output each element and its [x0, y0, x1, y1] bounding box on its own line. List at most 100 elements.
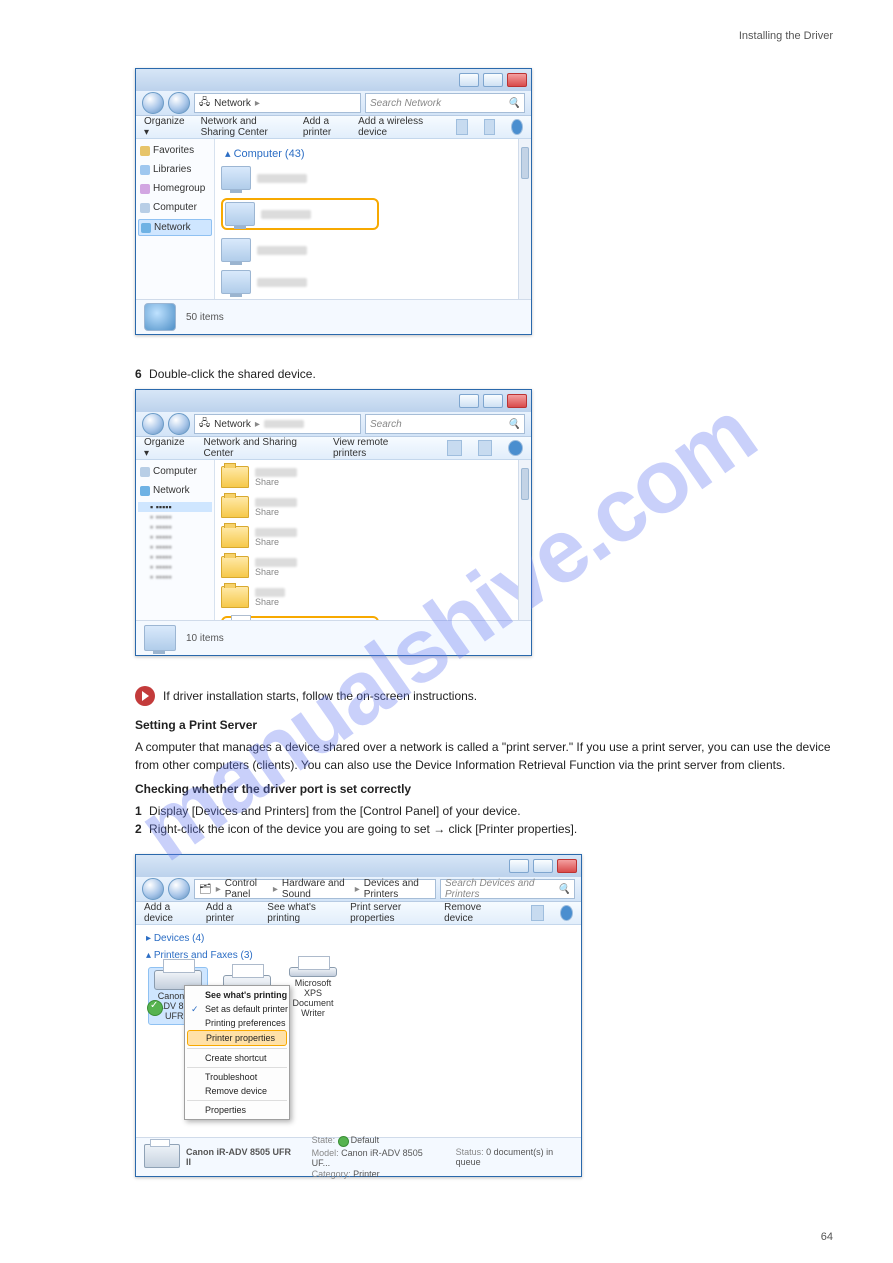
nav-favorites[interactable]: Favorites	[138, 143, 212, 158]
ctx-set-default[interactable]: Set as default printer	[187, 1002, 287, 1016]
ctx-printing-prefs[interactable]: Printing preferences	[187, 1016, 287, 1030]
status-text: 50 items	[186, 312, 224, 323]
view-icon[interactable]	[456, 119, 468, 135]
forward-button[interactable]	[168, 92, 190, 114]
minimize-button[interactable]	[509, 859, 529, 873]
search-input[interactable]: Search 🔍	[365, 414, 525, 434]
separator	[187, 1067, 287, 1068]
nav-computer[interactable]: Computer	[138, 464, 212, 479]
breadcrumb-devices[interactable]: Devices and Printers	[364, 878, 431, 900]
tree-host[interactable]: ▪ ▪▪▪▪▪	[138, 572, 212, 582]
share-item[interactable]: Share	[221, 586, 371, 608]
search-input[interactable]: Search Devices and Printers 🔍	[440, 879, 575, 899]
tree-host[interactable]: ▪ ▪▪▪▪▪	[138, 552, 212, 562]
breadcrumb-hw[interactable]: Hardware and Sound	[282, 878, 351, 900]
help-icon[interactable]	[560, 905, 573, 921]
toolbar-add-device[interactable]: Add a device	[144, 902, 190, 924]
organize-menu[interactable]: Organize ▾	[144, 116, 185, 138]
scrollbar[interactable]	[518, 139, 531, 299]
minimize-button[interactable]	[459, 394, 479, 408]
address-bar[interactable]: 🗂 ▸ Control Panel ▸ Hardware and Sound ▸…	[194, 879, 436, 899]
step-index: 6	[135, 367, 142, 381]
status-text: 10 items	[186, 633, 224, 644]
help-icon[interactable]	[511, 119, 523, 135]
address-bar[interactable]: 🖧 Network ▸	[194, 414, 361, 434]
tree-host[interactable]: ▪ ▪▪▪▪▪	[138, 562, 212, 572]
tree-host[interactable]: ▪ ▪▪▪▪▪	[138, 512, 212, 522]
nav-libraries[interactable]: Libraries	[138, 162, 212, 177]
back-button[interactable]	[142, 878, 164, 900]
group-header-printers[interactable]: ▴ Printers and Faxes (3)	[146, 950, 575, 961]
tree-host-selected[interactable]: ▪ ▪▪▪▪▪	[138, 502, 212, 512]
computer-icon	[144, 625, 176, 651]
explorer-window-network: 🖧 Network ▸ Search Network 🔍 Organize ▾ …	[135, 68, 532, 335]
search-input[interactable]: Search Network 🔍	[365, 93, 525, 113]
toolbar-add-printer[interactable]: Add a printer	[206, 902, 251, 924]
address-text: Network	[214, 419, 251, 430]
preview-pane-icon[interactable]	[478, 440, 493, 456]
tree-host[interactable]: ▪ ▪▪▪▪▪	[138, 542, 212, 552]
scrollbar[interactable]	[518, 460, 531, 620]
breadcrumb-cp[interactable]: Control Panel	[225, 878, 269, 900]
toolbar-network-sharing[interactable]: Network and Sharing Center	[204, 437, 317, 459]
toolbar-view-printers[interactable]: View remote printers	[333, 437, 415, 459]
tree-host[interactable]: ▪ ▪▪▪▪▪	[138, 532, 212, 542]
chevron-icon: ▸	[255, 419, 260, 430]
close-button[interactable]	[557, 859, 577, 873]
search-icon: 🔍	[508, 419, 520, 430]
address-bar[interactable]: 🖧 Network ▸	[194, 93, 361, 113]
close-button[interactable]	[507, 73, 527, 87]
toolbar-remove-device[interactable]: Remove device	[444, 902, 499, 924]
computer-item-highlighted[interactable]	[221, 198, 379, 230]
toolbar-add-printer[interactable]: Add a printer	[303, 116, 342, 138]
content-pane: ▸ Devices (4) ▴ Printers and Faxes (3) C…	[136, 925, 581, 1137]
back-button[interactable]	[142, 413, 164, 435]
minimize-button[interactable]	[459, 73, 479, 87]
view-icon[interactable]	[447, 440, 462, 456]
computer-item[interactable]	[221, 270, 371, 294]
ctx-troubleshoot[interactable]: Troubleshoot	[187, 1070, 287, 1084]
ctx-remove-device[interactable]: Remove device	[187, 1084, 287, 1098]
toolbar-network-sharing[interactable]: Network and Sharing Center	[201, 116, 287, 138]
shared-printer-highlighted[interactable]	[221, 616, 379, 620]
ctx-whats-printing[interactable]: See what's printing	[187, 988, 287, 1002]
maximize-button[interactable]	[483, 394, 503, 408]
share-item[interactable]: Share	[221, 556, 371, 578]
nav-network[interactable]: Network	[138, 483, 212, 498]
back-button[interactable]	[142, 92, 164, 114]
toolbar-add-wireless[interactable]: Add a wireless device	[358, 116, 424, 138]
view-icon[interactable]	[531, 905, 544, 921]
ctx-printer-properties-highlighted[interactable]: Printer properties	[187, 1030, 287, 1046]
search-icon: 🔍	[558, 884, 570, 895]
group-header-computer: ▴ Computer (43)	[225, 147, 525, 160]
toolbar-print-server-props[interactable]: Print server properties	[350, 902, 428, 924]
organize-menu[interactable]: Organize ▾	[144, 437, 188, 459]
close-button[interactable]	[507, 394, 527, 408]
nav-homegroup[interactable]: Homegroup	[138, 181, 212, 196]
printer-icon	[144, 1144, 180, 1168]
status-bar: 10 items	[136, 620, 531, 655]
maximize-button[interactable]	[483, 73, 503, 87]
preview-pane-icon[interactable]	[484, 119, 496, 135]
separator	[187, 1048, 287, 1049]
nav-computer[interactable]: Computer	[138, 200, 212, 215]
nav-network[interactable]: Network	[138, 219, 212, 236]
printer-xps[interactable]: Microsoft XPS Document Writer	[286, 967, 340, 1019]
share-item[interactable]: Share	[221, 466, 371, 488]
forward-button[interactable]	[168, 878, 190, 900]
toolbar-whats-printing[interactable]: See what's printing	[267, 902, 334, 924]
help-icon[interactable]	[508, 440, 523, 456]
ctx-properties[interactable]: Properties	[187, 1103, 287, 1117]
share-item[interactable]: Share	[221, 496, 371, 518]
tree-host[interactable]: ▪ ▪▪▪▪▪	[138, 522, 212, 532]
group-header-devices[interactable]: ▸ Devices (4)	[146, 933, 575, 944]
folder-icon	[221, 556, 249, 578]
computer-item[interactable]	[221, 238, 371, 262]
ctx-create-shortcut[interactable]: Create shortcut	[187, 1051, 287, 1065]
computer-item[interactable]	[221, 166, 371, 190]
share-item[interactable]: Share	[221, 526, 371, 548]
maximize-button[interactable]	[533, 859, 553, 873]
forward-button[interactable]	[168, 413, 190, 435]
nav-pane: Computer Network ▪ ▪▪▪▪▪ ▪ ▪▪▪▪▪ ▪ ▪▪▪▪▪…	[136, 460, 215, 620]
blurred-host	[264, 420, 304, 428]
